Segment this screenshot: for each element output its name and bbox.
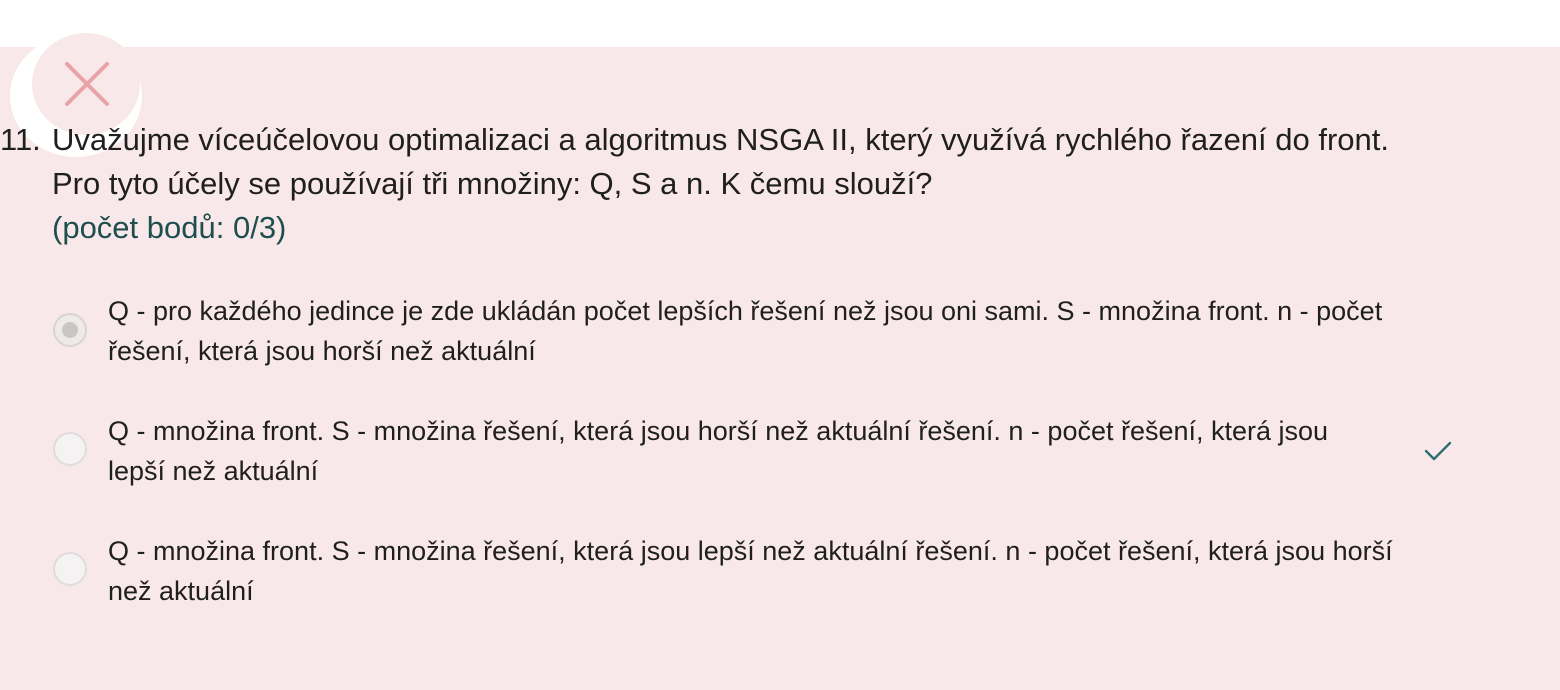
answer-text-line: než aktuální <box>108 576 254 606</box>
question-body: Uvažujme víceúčelovou optimalizaci a alg… <box>52 118 1532 250</box>
question-points: (počet bodů: 0/3) <box>52 210 287 245</box>
answer-option-3[interactable]: Q - množina front. S - množina řešení, k… <box>0 531 1560 621</box>
answer-radio-1[interactable] <box>53 313 87 347</box>
answer-text-line: Q - množina front. S - množina řešení, k… <box>108 416 1329 446</box>
answer-text-3: Q - množina front. S - množina řešení, k… <box>108 531 1438 611</box>
question-number: 11. <box>0 122 41 157</box>
answer-text-2: Q - množina front. S - množina řešení, k… <box>108 411 1438 491</box>
answer-radio-3[interactable] <box>53 552 87 586</box>
question-text-line-2: Pro tyto účely se používají tři množiny:… <box>52 166 933 201</box>
answer-radio-2[interactable] <box>53 432 87 466</box>
checkmark-icon <box>1424 441 1452 461</box>
answer-text-line: řešení, která jsou horší než aktuální <box>108 336 536 366</box>
answer-text-1: Q - pro každého jedince je zde ukládán p… <box>108 291 1438 371</box>
answer-text-line: lepší než aktuální <box>108 456 319 486</box>
answer-option-2[interactable]: Q - množina front. S - množina řešení, k… <box>0 411 1560 501</box>
answer-text-line: Q - pro každého jedince je zde ukládán p… <box>108 296 1383 326</box>
close-icon <box>65 62 109 106</box>
question-text-line-1: Uvažujme víceúčelovou optimalizaci a alg… <box>52 122 1390 157</box>
answer-text-line: Q - množina front. S - množina řešení, k… <box>108 536 1393 566</box>
answer-option-1[interactable]: Q - pro každého jedince je zde ukládán p… <box>0 291 1560 381</box>
